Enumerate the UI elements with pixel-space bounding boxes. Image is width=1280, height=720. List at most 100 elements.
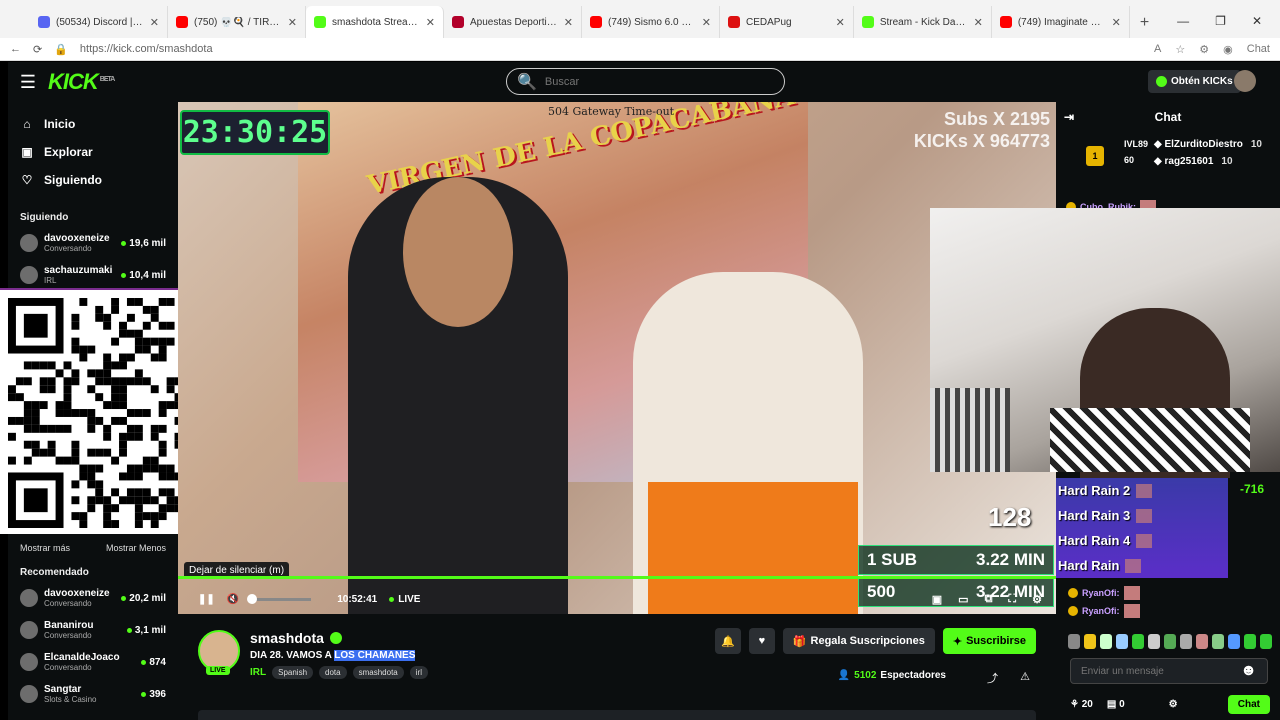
tag-chip[interactable]: smashdota — [352, 666, 404, 679]
browser-tab[interactable]: CEDAPug ✕ — [720, 6, 854, 38]
category-link[interactable]: IRL — [250, 667, 266, 678]
chat-input-box[interactable]: ☻ — [1070, 658, 1268, 684]
emote-icon[interactable] — [1084, 634, 1096, 649]
qr-module — [103, 496, 112, 505]
tag-chip[interactable]: irl — [409, 666, 428, 679]
leader-row[interactable]: ◆ rag251601 10 — [1154, 153, 1262, 170]
browser-tab[interactable]: smashdota Stream - W ✕ — [306, 6, 444, 38]
theater-icon[interactable]: ▭ — [958, 593, 968, 606]
browser-tab[interactable]: (750) 💀🍳 / TIRANDO FACT ✕ — [168, 6, 306, 38]
emote-icon[interactable] — [1148, 634, 1160, 649]
emote-icon[interactable] — [1180, 634, 1192, 649]
volume-knob[interactable] — [247, 593, 258, 604]
copilot-chat-label[interactable]: Chat — [1247, 43, 1270, 56]
notifications-bell-icon[interactable]: 🔔 — [714, 628, 741, 654]
qr-module — [142, 305, 151, 314]
maximize-icon[interactable]: ❐ — [1215, 14, 1226, 28]
emote-icon[interactable] — [1228, 634, 1240, 649]
channel-item[interactable]: davooxeneize Conversando 20,2 mil — [8, 582, 178, 614]
channel-item[interactable]: Bananirou Conversando 3,1 mil — [8, 614, 178, 646]
pause-icon[interactable]: ❚❚ — [198, 594, 215, 605]
close-tab-icon[interactable]: ✕ — [564, 16, 573, 29]
close-tab-icon[interactable]: ✕ — [974, 16, 983, 29]
emote-icon[interactable] — [1116, 634, 1128, 649]
nav-siguiendo[interactable]: ♡ Siguiendo — [8, 166, 178, 194]
profile-icon[interactable]: ◉ — [1223, 43, 1233, 56]
report-warning-icon[interactable]: ⚠ — [1020, 670, 1030, 683]
emote-icon[interactable] — [1100, 634, 1112, 649]
emote-icon[interactable] — [1260, 634, 1272, 649]
qr-module — [166, 496, 175, 505]
settings-gear-icon[interactable]: ⚙ — [1032, 593, 1042, 606]
subscribe-button[interactable]: ✦ Suscribirse — [942, 628, 1036, 654]
channel-item[interactable]: Sangtar Slots & Casino 396 — [8, 678, 178, 710]
back-icon[interactable]: ← — [10, 43, 21, 55]
leader-row[interactable]: ◆ ElZurditoDiestro 10 — [1154, 136, 1262, 153]
new-tab-button[interactable]: + — [1140, 14, 1149, 32]
tag-chip[interactable]: dota — [319, 666, 347, 679]
channel-item[interactable]: davooxeneize Conversando 19,6 mil — [8, 227, 178, 259]
favorite-star-icon[interactable]: ☆ — [1175, 43, 1185, 56]
close-tab-icon[interactable]: ✕ — [288, 16, 297, 29]
tag-chip[interactable]: Spanish — [272, 666, 314, 679]
close-tab-icon[interactable]: ✕ — [426, 16, 435, 29]
muted-volume-icon[interactable]: 🔇 — [227, 594, 239, 605]
browser-tab[interactable]: (50534) Discord | #~•-stre ✕ — [30, 6, 168, 38]
volume-slider[interactable] — [247, 593, 312, 604]
show-less-button[interactable]: Mostrar Menos — [106, 543, 166, 553]
close-tab-icon[interactable]: ✕ — [702, 16, 711, 29]
browser-tab[interactable]: (749) Sismo 6.0 en Chimbot ✕ — [582, 6, 720, 38]
fullscreen-icon[interactable]: ⛶ — [1008, 593, 1016, 606]
video-progress-bar[interactable] — [178, 576, 1056, 579]
live-indicator[interactable]: LIVE — [389, 594, 420, 605]
channel-name: Bananirou — [44, 620, 94, 631]
chat-message[interactable]: RyanOfi: — [1068, 602, 1140, 620]
minimize-icon[interactable]: — — [1177, 14, 1189, 28]
emoji-picker-icon[interactable]: ☻ — [1240, 662, 1257, 680]
chat-settings-gear-icon[interactable]: ⚙ — [1169, 699, 1178, 710]
browser-tab[interactable]: Stream - Kick Dashboard ✕ — [854, 6, 992, 38]
send-chat-button[interactable]: Chat — [1227, 694, 1270, 714]
close-tab-icon[interactable]: ✕ — [836, 16, 845, 29]
search-input[interactable] — [544, 75, 745, 88]
kick-logo[interactable]: KICK BETA — [48, 69, 115, 95]
read-aloud-icon[interactable]: A — [1154, 43, 1161, 56]
close-tab-icon[interactable]: ✕ — [1112, 16, 1121, 29]
search-box[interactable]: 🔍 — [506, 68, 785, 95]
channel-item[interactable]: ElcanaldeJoaco Conversando 874 — [8, 646, 178, 678]
emote-icon[interactable] — [1196, 634, 1208, 649]
chat-input[interactable] — [1081, 665, 1231, 677]
streamer-name[interactable]: smashdota — [250, 630, 342, 646]
browser-tab[interactable]: (749) Imaginate hacer todo ✕ — [992, 6, 1130, 38]
qr-module — [111, 520, 120, 528]
share-icon[interactable]: ⤴ — [987, 670, 998, 686]
url-field[interactable]: https://kick.com/smashdota — [80, 43, 1142, 55]
get-kicks-button[interactable]: Obtén KICKs — [1148, 70, 1241, 93]
emote-icon[interactable] — [1132, 634, 1144, 649]
kicks-balance[interactable]: ▤ 0 — [1107, 699, 1125, 710]
user-avatar[interactable] — [1234, 70, 1256, 92]
clip-icon[interactable]: ▣ — [932, 593, 942, 606]
emote-icon[interactable] — [1212, 634, 1224, 649]
show-more-button[interactable]: Mostrar más — [20, 543, 70, 553]
pip-icon[interactable]: ⧉ — [985, 593, 993, 606]
extensions-icon[interactable]: ⚙ — [1199, 43, 1209, 56]
qr-module — [111, 416, 120, 425]
browser-tab[interactable]: Apuestas Deportivas Online ✕ — [444, 6, 582, 38]
collapse-chat-icon[interactable]: ⇥ — [1064, 110, 1074, 124]
video-player[interactable]: VIRGEN DE LA COPACABANA 504 Gateway Time… — [178, 102, 1056, 614]
emote-icon[interactable] — [1164, 634, 1176, 649]
gift-subs-button[interactable]: 🎁 Regala Suscripciones — [782, 628, 935, 654]
channel-points[interactable]: ⚘ 20 — [1070, 699, 1093, 710]
nav-inicio[interactable]: ⌂ Inicio — [8, 110, 178, 138]
nav-explorar[interactable]: ▣ Explorar — [8, 138, 178, 166]
emote-icon[interactable] — [1068, 634, 1080, 649]
channel-item[interactable]: sachauzumaki IRL 10,4 mil — [8, 259, 178, 291]
close-window-icon[interactable]: ✕ — [1252, 14, 1262, 28]
follow-heart-icon[interactable]: ♥ — [748, 628, 775, 654]
emote-icon[interactable] — [1244, 634, 1256, 649]
menu-icon[interactable]: ☰ — [8, 72, 48, 93]
close-tab-icon[interactable]: ✕ — [150, 16, 159, 29]
chat-message[interactable]: RyanOfi: — [1068, 584, 1140, 602]
reload-icon[interactable]: ⟳ — [33, 43, 42, 56]
